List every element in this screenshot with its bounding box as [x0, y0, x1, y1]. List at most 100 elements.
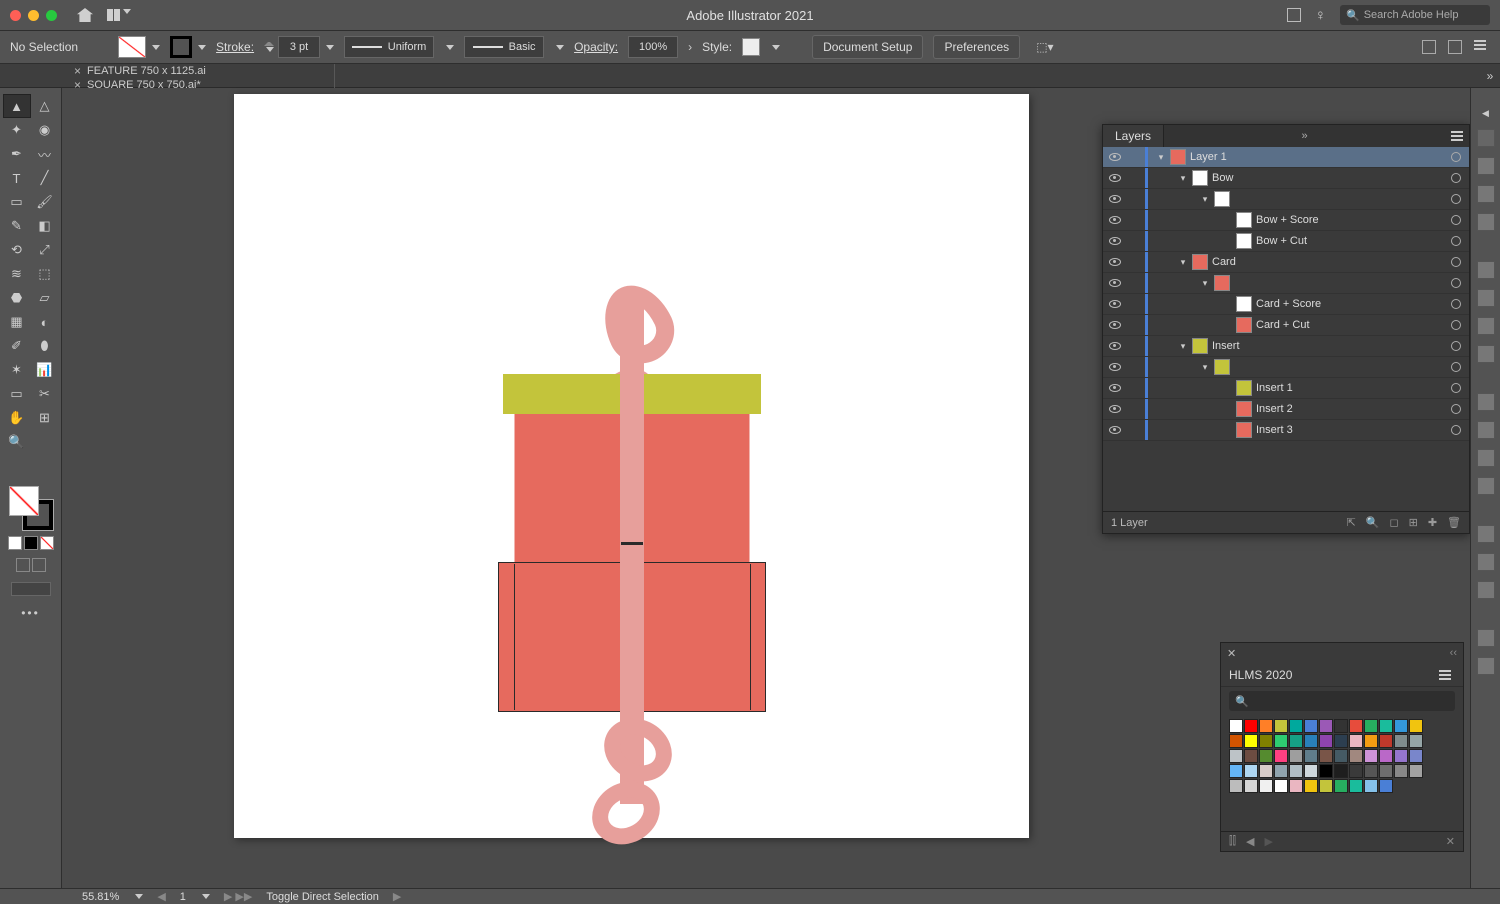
character-dock-icon[interactable] [1477, 317, 1495, 335]
swatch[interactable] [1244, 764, 1258, 778]
transform-dock-icon[interactable] [1477, 581, 1495, 599]
glyphs-dock-icon[interactable] [1477, 657, 1495, 675]
layer-name-label[interactable]: Insert 3 [1256, 424, 1293, 436]
libraries-dock-icon[interactable] [1477, 185, 1495, 203]
swatch[interactable] [1409, 749, 1423, 763]
stroke-weight-down[interactable] [266, 47, 274, 52]
minimize-window-button[interactable] [28, 10, 39, 21]
swatch-libraries-icon[interactable]: ⫿⫿ [1229, 835, 1236, 848]
swatch[interactable] [1334, 734, 1348, 748]
layer-name-label[interactable]: Card [1212, 256, 1236, 268]
color-mode-icon[interactable] [8, 536, 22, 550]
layer-row[interactable]: Card + Score [1103, 294, 1469, 315]
zoom-level[interactable]: 55.81% [82, 891, 119, 903]
layer-name-label[interactable]: Bow + Cut [1256, 235, 1307, 247]
swatch[interactable] [1259, 734, 1273, 748]
paragraph-dock-icon[interactable] [1477, 289, 1495, 307]
blank2[interactable] [3, 454, 31, 478]
layer-name-label[interactable]: Bow [1212, 172, 1233, 184]
layer-name-label[interactable]: Insert 1 [1256, 382, 1293, 394]
swatch[interactable] [1379, 734, 1393, 748]
align-icon[interactable]: ⬚▾ [1036, 40, 1053, 54]
swatch[interactable] [1304, 749, 1318, 763]
document-setup-button[interactable]: Document Setup [812, 35, 923, 59]
disclosure-arrow-icon[interactable]: ▾ [1178, 341, 1188, 352]
swatch[interactable] [1394, 764, 1408, 778]
column-graph-tool[interactable]: 📊 [31, 358, 59, 382]
swatch[interactable] [1259, 719, 1273, 733]
fill-dropdown[interactable] [152, 45, 160, 50]
swatch[interactable] [1364, 764, 1378, 778]
help-search-input[interactable]: 🔍 Search Adobe Help [1340, 5, 1490, 25]
help-icon[interactable]: ♀ [1315, 7, 1326, 24]
swatch[interactable] [1229, 779, 1243, 793]
swatches-panel[interactable]: ✕ ‹‹ HLMS 2020 🔍 ⫿⫿ ◀ ▶ ✕ [1220, 642, 1464, 852]
fill-stroke-indicator[interactable] [9, 486, 53, 530]
properties-dock-icon[interactable] [1477, 261, 1495, 279]
swatch[interactable] [1289, 749, 1303, 763]
draw-mode-icon[interactable] [32, 558, 46, 572]
gradient-dock-icon[interactable] [1477, 449, 1495, 467]
target-icon[interactable] [1451, 404, 1461, 414]
swatch[interactable] [1289, 734, 1303, 748]
swatch[interactable] [1259, 779, 1273, 793]
magic-wand-tool[interactable]: ✦ [3, 118, 31, 142]
blank1[interactable] [31, 430, 59, 454]
swatch[interactable] [1244, 719, 1258, 733]
swatch[interactable] [1394, 719, 1408, 733]
stroke-swatch[interactable] [170, 36, 192, 58]
swatch[interactable] [1379, 779, 1393, 793]
layers-panel-tab[interactable]: Layers [1103, 125, 1164, 147]
layer-name-label[interactable]: Insert [1212, 340, 1240, 352]
curvature-tool[interactable]: 〰 [31, 142, 59, 166]
layer-row[interactable]: ▾Card [1103, 252, 1469, 273]
swatch[interactable] [1319, 719, 1333, 733]
visibility-toggle-icon[interactable] [1109, 405, 1121, 413]
swatch[interactable] [1304, 734, 1318, 748]
swatch-prev-icon[interactable]: ◀ [1246, 835, 1254, 848]
swatch[interactable] [1229, 749, 1243, 763]
visibility-toggle-icon[interactable] [1109, 321, 1121, 329]
scale-tool[interactable]: ⤢ [31, 238, 59, 262]
swatch[interactable] [1229, 719, 1243, 733]
layer-row[interactable]: Insert 3 [1103, 420, 1469, 441]
target-icon[interactable] [1451, 278, 1461, 288]
target-icon[interactable] [1451, 425, 1461, 435]
target-icon[interactable] [1451, 299, 1461, 309]
stroke-dropdown[interactable] [198, 45, 206, 50]
document-tab[interactable]: ×FEATURE 750 x 1125.ai [64, 64, 335, 78]
disclosure-arrow-icon[interactable]: ▾ [1200, 362, 1210, 373]
layers-search-icon[interactable]: 🔍 [1366, 516, 1380, 529]
artboard-number[interactable]: 1 [180, 891, 186, 903]
panel-collapse-icon[interactable]: » [1301, 130, 1307, 142]
swatch[interactable] [1319, 764, 1333, 778]
swatch[interactable] [1349, 764, 1363, 778]
opacity-dropdown[interactable]: › [688, 40, 692, 54]
swatch[interactable] [1364, 719, 1378, 733]
preferences-button[interactable]: Preferences [933, 35, 1020, 59]
swatch[interactable] [1364, 734, 1378, 748]
swatch[interactable] [1274, 734, 1288, 748]
target-icon[interactable] [1451, 341, 1461, 351]
swatch[interactable] [1229, 764, 1243, 778]
swatch[interactable] [1244, 749, 1258, 763]
visibility-toggle-icon[interactable] [1109, 279, 1121, 287]
transform-panel-icon[interactable] [1422, 40, 1436, 54]
layer-name-label[interactable]: Layer 1 [1190, 151, 1227, 163]
layer-row[interactable]: ▾ Insert [1103, 336, 1469, 357]
hand-tool[interactable]: ✋ [3, 406, 31, 430]
screen-mode-icon[interactable] [16, 558, 30, 572]
layer-row[interactable]: ▾Layer 1 [1103, 147, 1469, 168]
layer-row[interactable]: Insert 2 [1103, 399, 1469, 420]
layers-dock-icon[interactable] [1477, 129, 1495, 147]
zoom-dropdown[interactable] [135, 894, 143, 899]
artboards-dock-icon[interactable] [1477, 157, 1495, 175]
pen-tool[interactable]: ✒ [3, 142, 31, 166]
swatch[interactable] [1364, 779, 1378, 793]
swatch[interactable] [1244, 779, 1258, 793]
blank3[interactable] [31, 454, 59, 478]
stroke-dock-icon[interactable] [1477, 345, 1495, 363]
line-tool[interactable]: ╱ [31, 166, 59, 190]
swatch[interactable] [1304, 719, 1318, 733]
variable-width-profile[interactable]: Uniform [344, 36, 434, 58]
